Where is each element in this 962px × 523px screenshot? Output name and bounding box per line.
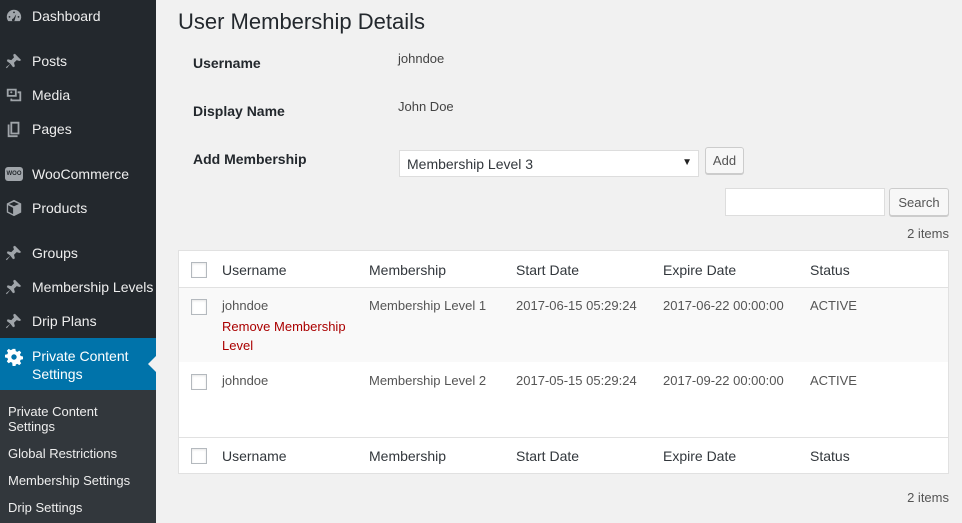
pages-icon	[4, 119, 24, 139]
cell-expire-date: 2017-09-22 00:00:00	[663, 373, 784, 388]
column-footer-status[interactable]: Status	[810, 448, 850, 464]
admin-sidebar: Dashboard Posts Media Pages WOO WooComme…	[0, 0, 156, 523]
sidebar-item-label: WooCommerce	[32, 166, 129, 182]
search-input[interactable]	[725, 188, 885, 216]
pin-icon	[4, 51, 24, 71]
select-all-checkbox[interactable]	[191, 262, 207, 278]
column-header-username[interactable]: Username	[222, 262, 287, 278]
gear-icon	[4, 347, 24, 367]
add-membership-button[interactable]: Add	[705, 147, 744, 174]
column-footer-membership[interactable]: Membership	[369, 448, 446, 464]
pin-icon	[4, 277, 24, 297]
items-count-bottom: 2 items	[907, 490, 949, 505]
select-all-checkbox-footer[interactable]	[191, 448, 207, 464]
cell-status: ACTIVE	[810, 298, 857, 313]
sidebar-item-label: Dashboard	[32, 8, 101, 24]
sidebar-item-woocommerce[interactable]: WOO WooCommerce	[0, 157, 156, 191]
column-footer-username[interactable]: Username	[222, 448, 287, 464]
sidebar-item-label: Pages	[32, 121, 72, 137]
sidebar-item-posts[interactable]: Posts	[0, 44, 156, 78]
add-membership-label: Add Membership	[193, 151, 307, 167]
sidebar-item-media[interactable]: Media	[0, 78, 156, 112]
memberships-table: Username Membership Start Date Expire Da…	[178, 250, 949, 474]
sidebar-item-membership-levels[interactable]: Membership Levels	[0, 270, 156, 304]
cell-username: johndoe	[222, 373, 269, 388]
box-icon	[4, 198, 24, 218]
sidebar-item-products[interactable]: Products	[0, 191, 156, 225]
sidebar-item-label: Products	[32, 200, 88, 216]
cell-start-date: 2017-05-15 05:29:24	[516, 373, 637, 388]
pin-icon	[4, 243, 24, 263]
woocommerce-badge: WOO	[5, 167, 23, 181]
cell-membership: Membership Level 1	[369, 298, 487, 313]
cell-status: ACTIVE	[810, 373, 857, 388]
row-checkbox[interactable]	[191, 374, 207, 390]
submenu-item-drip-settings[interactable]: Drip Settings	[8, 500, 148, 515]
sidebar-item-label: Drip Plans	[32, 313, 97, 329]
search-button[interactable]: Search	[889, 188, 949, 216]
footer-divider	[179, 437, 948, 438]
sidebar-item-label: Membership Levels	[32, 279, 154, 295]
cell-expire-date: 2017-06-22 00:00:00	[663, 298, 784, 313]
sidebar-item-drip-plans[interactable]: Drip Plans	[0, 304, 156, 338]
pin-icon	[4, 311, 24, 331]
cell-membership: Membership Level 2	[369, 373, 487, 388]
items-count-top: 2 items	[907, 226, 949, 241]
submenu-item-membership-settings[interactable]: Membership Settings	[8, 473, 148, 488]
sidebar-item-dashboard[interactable]: Dashboard	[0, 0, 156, 33]
dashboard-icon	[4, 6, 24, 26]
sidebar-item-label: Groups	[32, 245, 78, 261]
username-value: johndoe	[398, 51, 445, 66]
column-header-status[interactable]: Status	[810, 262, 850, 278]
membership-select-value: Membership Level 3	[407, 155, 534, 172]
sidebar-item-groups[interactable]: Groups	[0, 236, 156, 270]
sidebar-item-pages[interactable]: Pages	[0, 112, 156, 146]
username-label: Username	[193, 55, 261, 71]
sidebar-item-label: Posts	[32, 53, 68, 69]
column-footer-expire-date[interactable]: Expire Date	[663, 448, 736, 464]
display-name-value: John Doe	[398, 99, 454, 114]
column-header-start-date[interactable]: Start Date	[516, 262, 579, 278]
membership-select[interactable]: Membership Level 3 ▼	[399, 150, 699, 177]
cell-username: johndoe	[222, 298, 269, 313]
submenu-item-private-content-settings[interactable]: Private Content Settings	[8, 404, 148, 434]
sidebar-item-label: Private Content Settings	[32, 348, 129, 382]
cell-start-date: 2017-06-15 05:29:24	[516, 298, 637, 313]
remove-membership-link[interactable]: Remove Membership Level	[222, 317, 352, 355]
page-title: User Membership Details	[178, 9, 425, 34]
column-header-expire-date[interactable]: Expire Date	[663, 262, 736, 278]
sidebar-item-private-content-settings[interactable]: Private Content Settings	[0, 338, 156, 390]
column-footer-start-date[interactable]: Start Date	[516, 448, 579, 464]
submenu-item-global-restrictions[interactable]: Global Restrictions	[8, 446, 148, 461]
column-header-membership[interactable]: Membership	[369, 262, 446, 278]
dropdown-arrow-icon: ▼	[682, 157, 692, 168]
woocommerce-icon: WOO	[4, 164, 24, 184]
display-name-label: Display Name	[193, 103, 285, 119]
media-icon	[4, 85, 24, 105]
sidebar-submenu: Private Content Settings Global Restrict…	[0, 390, 156, 523]
sidebar-item-label: Media	[32, 87, 71, 103]
row-checkbox[interactable]	[191, 299, 207, 315]
